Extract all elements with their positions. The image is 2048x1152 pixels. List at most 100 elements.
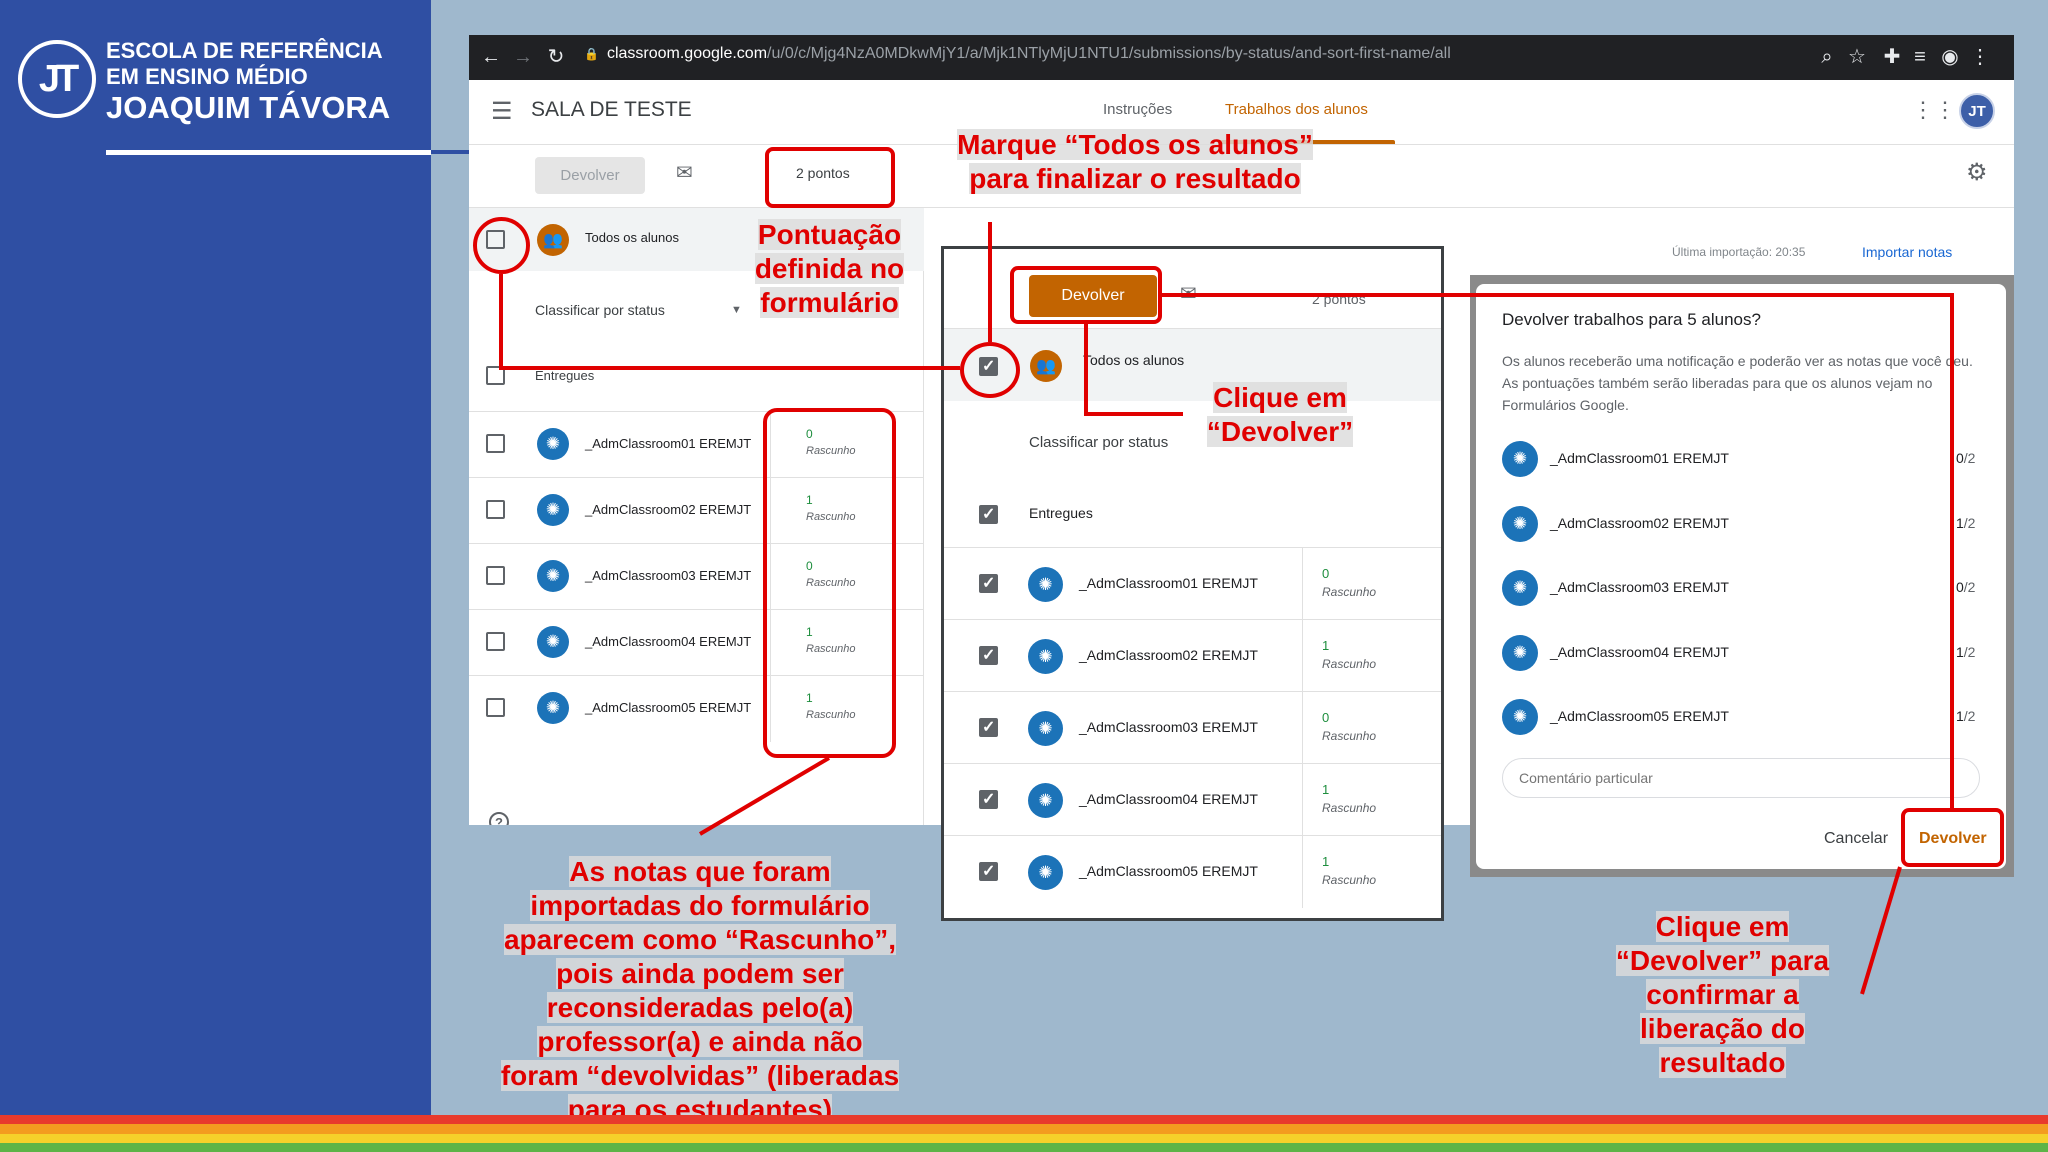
score-value: 0 xyxy=(1956,450,1964,466)
column-divider xyxy=(1302,836,1303,908)
student-row[interactable]: ✺ _AdmClassroom03 EREMJT 0 Rascunho xyxy=(944,691,1441,764)
student-grade[interactable]: 0 xyxy=(1322,566,1329,581)
group-icon: 👥 xyxy=(537,224,569,256)
decorative-stripe-bar xyxy=(0,1115,2048,1152)
dialog-student-score: 0/2 xyxy=(1956,450,1975,466)
dialog-student-score: 1/2 xyxy=(1956,515,1975,531)
student-checkbox[interactable] xyxy=(486,632,505,651)
score-value: 1 xyxy=(1956,644,1964,660)
student-checkbox[interactable] xyxy=(486,434,505,453)
hamburger-menu-icon[interactable]: ☰ xyxy=(491,97,513,126)
student-name: _AdmClassroom05 EREMJT xyxy=(1079,863,1258,879)
sort-select[interactable]: Classificar por status xyxy=(1029,434,1168,451)
student-checkbox[interactable] xyxy=(979,789,998,809)
student-name: _AdmClassroom05 EREMJT xyxy=(585,700,752,715)
score-max: /2 xyxy=(1963,515,1976,531)
student-checkbox[interactable] xyxy=(979,573,998,593)
student-avatar-icon: ✺ xyxy=(537,560,569,592)
media-queue-icon[interactable]: ≡ xyxy=(1906,43,1934,71)
student-avatar-icon: ✺ xyxy=(1028,855,1063,890)
annotation-score-defined: Pontuação definida no formulário xyxy=(754,219,905,318)
student-avatar-icon: ✺ xyxy=(1028,567,1063,602)
zoom-icon[interactable]: ⌕ xyxy=(1813,43,1841,71)
column-divider xyxy=(1302,620,1303,692)
score-max: /2 xyxy=(1963,708,1976,724)
extensions-icon[interactable]: ✚ xyxy=(1878,43,1906,71)
points-select[interactable]: 2 pontos xyxy=(1312,291,1366,307)
drafts-highlight-box xyxy=(763,408,896,758)
all-students-label: Todos os alunos xyxy=(1083,352,1185,368)
cancel-button[interactable]: Cancelar xyxy=(1824,830,1888,848)
import-grades-button[interactable]: Importar notas xyxy=(1862,244,1952,260)
student-grade[interactable]: 1 xyxy=(1322,638,1329,653)
kebab-menu-icon[interactable]: ⋮ xyxy=(1966,43,1994,71)
user-avatar[interactable]: JT xyxy=(1959,93,1995,129)
help-icon[interactable]: ? xyxy=(489,812,509,825)
student-checkbox[interactable] xyxy=(486,500,505,519)
profile-icon[interactable]: ◉ xyxy=(1936,43,1964,71)
bookmark-star-icon[interactable]: ☆ xyxy=(1843,43,1871,71)
score-value: 1 xyxy=(1956,515,1964,531)
gear-icon[interactable]: ⚙ xyxy=(1966,158,1988,187)
dialog-message: Os alunos receberão uma notificação e po… xyxy=(1502,353,1973,413)
url-path: /u/0/c/Mjg4NzA0MDkwMjY1/a/Mjk1NTlyMjU1NT… xyxy=(767,45,1451,62)
student-avatar-icon: ✺ xyxy=(1502,441,1538,477)
delivered-group-label: Entregues xyxy=(535,368,595,383)
annotation-drafts-note: As notas que foram importadas do formulá… xyxy=(500,856,900,1125)
delivered-checkbox[interactable] xyxy=(486,366,505,385)
dialog-student-name: _AdmClassroom01 EREMJT xyxy=(1550,450,1729,466)
logo-underline-extension xyxy=(431,150,469,154)
score-value: 0 xyxy=(1956,579,1964,595)
student-avatar-icon: ✺ xyxy=(1502,699,1538,735)
delivered-checkbox[interactable] xyxy=(979,504,998,524)
sort-select[interactable]: Classificar por status xyxy=(535,302,665,318)
tab-student-work[interactable]: Trabalhos dos alunos xyxy=(1225,101,1368,118)
return-confirm-dialog: Devolver trabalhos para 5 alunos? Os alu… xyxy=(1476,284,2006,869)
return-button-disabled[interactable]: Devolver xyxy=(535,157,645,194)
delivered-group-label: Entregues xyxy=(1029,505,1093,521)
group-icon: 👥 xyxy=(1030,350,1062,382)
browser-toolbar: ← → ↻ 🔒 classroom.google.com/u/0/c/Mjg4Nz… xyxy=(469,35,2014,80)
student-row[interactable]: ✺ _AdmClassroom02 EREMJT 1 Rascunho xyxy=(944,619,1441,692)
address-bar[interactable]: 🔒 classroom.google.com/u/0/c/Mjg4NzA0MDkw… xyxy=(584,45,1451,63)
student-name: _AdmClassroom03 EREMJT xyxy=(585,568,752,583)
email-icon[interactable]: ✉ xyxy=(1180,281,1197,306)
student-grade[interactable]: 0 xyxy=(1322,710,1329,725)
annotation-select-all: Marque “Todos os alunos” para finalizar … xyxy=(957,129,1313,194)
grade-status: Rascunho xyxy=(1322,729,1377,743)
student-checkbox[interactable] xyxy=(486,566,505,585)
student-avatar-icon: ✺ xyxy=(537,626,569,658)
class-title: SALA DE TESTE xyxy=(531,98,692,121)
student-row[interactable]: ✺ _AdmClassroom05 EREMJT 1 Rascunho xyxy=(944,835,1441,908)
student-checkbox[interactable] xyxy=(979,645,998,665)
column-divider xyxy=(1302,548,1303,620)
score-max: /2 xyxy=(1963,579,1976,595)
annotation-confirm-return: Clique em “Devolver” para confirmar a li… xyxy=(1615,911,1830,1078)
student-grade[interactable]: 1 xyxy=(1322,782,1329,797)
student-avatar-icon: ✺ xyxy=(1028,783,1063,818)
student-name: _AdmClassroom02 EREMJT xyxy=(585,502,752,517)
url-host: classroom.google.com xyxy=(606,45,768,62)
last-import-time: Última importação: 20:35 xyxy=(1672,245,1806,259)
reload-icon[interactable]: ↻ xyxy=(542,43,570,71)
back-icon[interactable]: ← xyxy=(477,43,505,71)
student-checkbox[interactable] xyxy=(979,717,998,737)
student-checkbox[interactable] xyxy=(486,698,505,717)
forward-icon[interactable]: → xyxy=(509,43,537,71)
school-branding-panel: JT ESCOLA DE REFERÊNCIA EM ENSINO MÉDIO … xyxy=(0,0,431,1115)
school-logo: JT xyxy=(18,40,96,118)
private-comment-input[interactable] xyxy=(1502,758,1980,798)
email-icon[interactable]: ✉ xyxy=(676,160,693,185)
student-row[interactable]: ✺ _AdmClassroom04 EREMJT 1 Rascunho xyxy=(944,763,1441,836)
student-avatar-icon: ✺ xyxy=(1502,570,1538,606)
student-avatar-icon: ✺ xyxy=(537,692,569,724)
student-row[interactable]: ✺ _AdmClassroom01 EREMJT 0 Rascunho xyxy=(944,547,1441,620)
annotation-click-return: Clique em “Devolver” xyxy=(1206,382,1354,447)
all-students-label: Todos os alunos xyxy=(585,230,679,245)
tab-instructions[interactable]: Instruções xyxy=(1103,101,1172,118)
dialog-title: Devolver trabalhos para 5 alunos? xyxy=(1502,310,1761,329)
grade-status: Rascunho xyxy=(1322,657,1377,671)
student-checkbox[interactable] xyxy=(979,861,998,881)
student-name: _AdmClassroom02 EREMJT xyxy=(1079,647,1258,663)
student-grade[interactable]: 1 xyxy=(1322,854,1329,869)
